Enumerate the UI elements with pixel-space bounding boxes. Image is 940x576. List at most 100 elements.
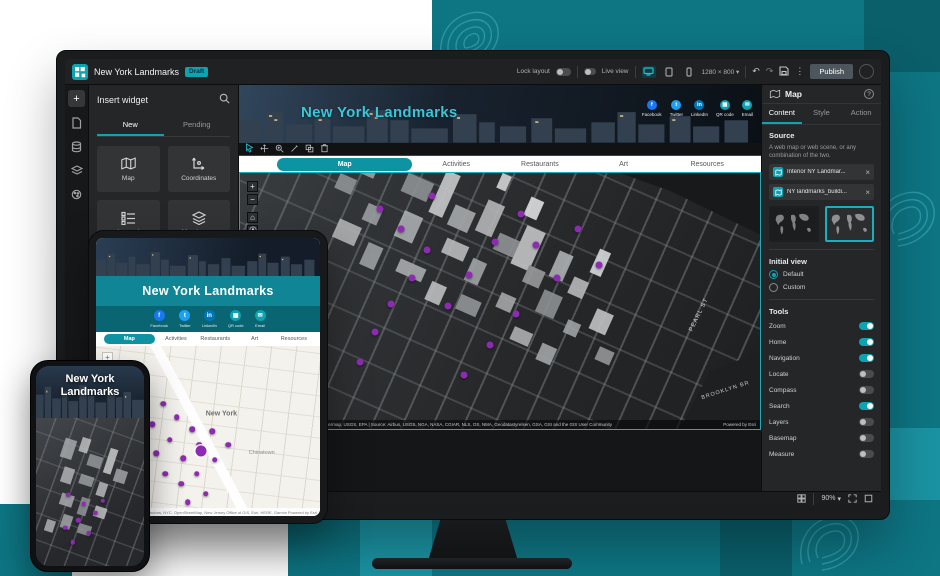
landmark-marker[interactable] bbox=[163, 471, 169, 477]
facebook-icon[interactable]: fFacebook bbox=[642, 100, 662, 117]
fullscreen-icon[interactable] bbox=[864, 490, 873, 506]
zoom-toggle[interactable] bbox=[859, 322, 874, 330]
landmark-marker[interactable] bbox=[81, 502, 86, 507]
undo-icon[interactable]: ↶ bbox=[752, 67, 760, 76]
twitter-icon[interactable]: tTwitter bbox=[670, 100, 683, 117]
landmark-marker[interactable] bbox=[185, 500, 191, 506]
nav-tab-restaurants[interactable]: Restaurants bbox=[197, 336, 233, 342]
landmark-marker[interactable] bbox=[491, 239, 498, 246]
landmark-marker[interactable] bbox=[512, 310, 519, 317]
qr-code-icon[interactable]: ▦QR code bbox=[228, 310, 244, 328]
landmark-marker[interactable] bbox=[93, 510, 98, 515]
layers-toggle[interactable] bbox=[859, 418, 874, 426]
source-item[interactable]: Interior NY Landmar... × bbox=[769, 164, 874, 180]
measure-toggle[interactable] bbox=[859, 450, 874, 458]
landmark-marker[interactable] bbox=[210, 428, 216, 434]
landmark-marker[interactable] bbox=[63, 525, 68, 530]
tab-new[interactable]: New bbox=[97, 116, 164, 136]
facebook-icon[interactable]: fFacebook bbox=[150, 310, 168, 328]
locate-toggle[interactable] bbox=[859, 370, 874, 378]
nav-tab-activities[interactable]: Activities bbox=[416, 161, 496, 168]
initial-view-custom-radio[interactable]: Custom bbox=[769, 283, 874, 292]
landmark-marker[interactable] bbox=[181, 455, 187, 461]
landmark-marker[interactable] bbox=[554, 274, 561, 281]
initial-view-default-radio[interactable]: Default bbox=[769, 270, 874, 279]
zoom-out-button[interactable]: − bbox=[247, 194, 258, 205]
remove-source-icon[interactable]: × bbox=[865, 168, 870, 177]
landmark-marker[interactable] bbox=[160, 401, 166, 407]
landmark-marker[interactable] bbox=[445, 303, 452, 310]
insert-widget-button[interactable]: + bbox=[68, 90, 85, 107]
lock-layout-toggle[interactable] bbox=[556, 68, 571, 76]
tab-style[interactable]: Style bbox=[802, 104, 842, 124]
device-tablet-button[interactable] bbox=[662, 66, 676, 78]
landmark-marker[interactable] bbox=[190, 427, 196, 433]
nav-tab-activities[interactable]: Activities bbox=[158, 336, 194, 342]
app-logo-icon[interactable] bbox=[72, 64, 88, 80]
landmark-marker[interactable] bbox=[408, 274, 415, 281]
live-view-toggle[interactable] bbox=[584, 68, 596, 75]
save-icon[interactable] bbox=[779, 66, 789, 78]
landmark-marker[interactable] bbox=[174, 415, 180, 421]
compass-toggle[interactable] bbox=[859, 386, 874, 394]
landmark-marker[interactable] bbox=[87, 531, 92, 536]
twitter-icon[interactable]: tTwitter bbox=[179, 310, 191, 328]
landmark-marker[interactable] bbox=[595, 262, 602, 269]
outline-panel-button[interactable] bbox=[68, 162, 85, 179]
landmark-marker[interactable] bbox=[70, 540, 75, 545]
more-options-icon[interactable]: ⋮ bbox=[795, 67, 804, 76]
landmark-marker[interactable] bbox=[372, 328, 379, 335]
landmark-marker[interactable] bbox=[377, 205, 384, 212]
qr-code-icon[interactable]: ▦QR code bbox=[716, 100, 734, 117]
canvas-zoom-select[interactable]: 90%▾ bbox=[821, 495, 841, 503]
landmark-marker[interactable] bbox=[460, 372, 467, 379]
landmark-marker[interactable] bbox=[387, 300, 394, 307]
email-icon[interactable]: ✉Email bbox=[255, 310, 266, 328]
user-avatar[interactable] bbox=[859, 64, 874, 79]
canvas-resolution-select[interactable]: 1280 × 800 ▾ bbox=[702, 68, 740, 76]
search-icon[interactable] bbox=[219, 91, 230, 109]
landmark-marker[interactable] bbox=[203, 491, 209, 497]
linkedin-icon[interactable]: inLinkedIn bbox=[691, 100, 708, 117]
source-thumbnail[interactable] bbox=[769, 206, 819, 242]
page-outline-icon[interactable] bbox=[797, 490, 806, 506]
device-desktop-button[interactable] bbox=[642, 66, 656, 78]
landmark-marker[interactable] bbox=[178, 481, 184, 487]
landmark-marker[interactable] bbox=[424, 246, 431, 253]
home-button[interactable]: ⌂ bbox=[247, 212, 258, 223]
landmark-marker[interactable] bbox=[194, 471, 200, 477]
landmark-marker[interactable] bbox=[167, 437, 173, 443]
fit-to-window-icon[interactable] bbox=[848, 490, 857, 506]
source-item[interactable]: NY landmarks_buildi... × bbox=[769, 184, 874, 200]
email-icon[interactable]: ✉Email bbox=[742, 100, 753, 117]
nav-tab-restaurants[interactable]: Restaurants bbox=[500, 161, 580, 168]
tab-pending[interactable]: Pending bbox=[164, 116, 231, 136]
landmark-marker[interactable] bbox=[517, 210, 524, 217]
nav-tab-map[interactable]: Map bbox=[277, 158, 412, 171]
landmark-marker[interactable] bbox=[66, 493, 71, 498]
zoom-in-button[interactable]: + bbox=[247, 181, 258, 192]
landmark-marker[interactable] bbox=[575, 226, 582, 233]
linkedin-icon[interactable]: inLinkedIn bbox=[202, 310, 217, 328]
remove-source-icon[interactable]: × bbox=[865, 188, 870, 197]
landmark-marker[interactable] bbox=[356, 359, 363, 366]
scene-map-widget[interactable] bbox=[36, 418, 144, 566]
landmark-marker[interactable] bbox=[533, 241, 540, 248]
nav-tab-resources[interactable]: Resources bbox=[667, 161, 747, 168]
navigation-toggle[interactable] bbox=[859, 354, 874, 362]
search-toggle[interactable] bbox=[859, 402, 874, 410]
landmark-marker[interactable] bbox=[225, 442, 231, 448]
landmark-marker[interactable] bbox=[429, 193, 436, 200]
nav-tab-art[interactable]: Art bbox=[236, 336, 272, 342]
landmark-marker[interactable] bbox=[212, 457, 218, 463]
landmark-marker[interactable] bbox=[196, 446, 207, 457]
tab-action[interactable]: Action bbox=[841, 104, 881, 124]
landmark-marker[interactable] bbox=[101, 499, 106, 504]
data-panel-button[interactable] bbox=[68, 138, 85, 155]
redo-icon[interactable]: ↷ bbox=[766, 67, 774, 76]
landmark-marker[interactable] bbox=[76, 518, 81, 523]
widget-card-coordinates[interactable]: Coordinates bbox=[168, 146, 231, 192]
source-thumbnail-selected[interactable] bbox=[825, 206, 875, 242]
landmark-marker[interactable] bbox=[486, 341, 493, 348]
landmark-marker[interactable] bbox=[398, 226, 405, 233]
